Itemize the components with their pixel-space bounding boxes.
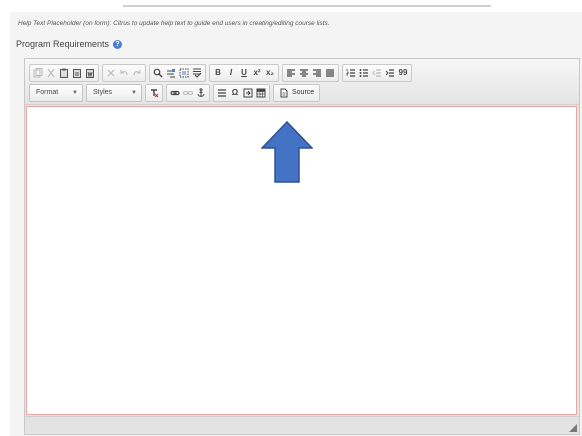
anchor-icon[interactable] bbox=[195, 86, 207, 100]
align-justify-icon[interactable] bbox=[324, 66, 336, 80]
table-icon[interactable] bbox=[255, 86, 267, 100]
indent-icon[interactable] bbox=[384, 66, 396, 80]
redo-icon[interactable] bbox=[131, 66, 143, 80]
blockquote-button[interactable]: 99 bbox=[397, 66, 409, 80]
insert-group: Ω bbox=[213, 83, 270, 102]
link-icon[interactable] bbox=[169, 86, 181, 100]
arrow-up-icon bbox=[261, 121, 313, 183]
bold-button[interactable]: B bbox=[212, 66, 224, 80]
bulleted-list-icon[interactable] bbox=[358, 66, 370, 80]
list-group: 99 bbox=[342, 63, 412, 82]
iframe-icon[interactable] bbox=[242, 86, 254, 100]
source-button-label: Source bbox=[292, 89, 315, 96]
special-character-button[interactable]: Ω bbox=[229, 86, 241, 100]
align-right-icon[interactable] bbox=[311, 66, 323, 80]
subscript-button[interactable]: x₂ bbox=[264, 66, 276, 80]
history-group bbox=[102, 63, 146, 82]
source-button[interactable]: Source bbox=[276, 86, 317, 100]
outdent-icon[interactable] bbox=[371, 66, 383, 80]
align-center-icon[interactable] bbox=[298, 66, 310, 80]
format-dropdown-label: Format bbox=[36, 89, 59, 96]
link-group bbox=[166, 83, 210, 102]
numbered-list-icon[interactable] bbox=[345, 66, 357, 80]
editor-toolbar: B I U x² x₂ 99 Format ▼ Styles ▼ Ω Sourc… bbox=[25, 59, 579, 105]
unlink-icon[interactable] bbox=[182, 86, 194, 100]
copy-format-icon[interactable] bbox=[32, 66, 44, 80]
help-text: Help Text Placeholder (on form): Citrus … bbox=[18, 20, 330, 27]
remove-format-icon[interactable] bbox=[148, 86, 160, 100]
select-all-icon[interactable] bbox=[178, 66, 190, 80]
paste-word-icon[interactable] bbox=[84, 66, 96, 80]
editor-statusbar bbox=[25, 416, 579, 434]
styles-dropdown-label: Styles bbox=[93, 89, 113, 96]
rich-text-editor: B I U x² x₂ 99 Format ▼ Styles ▼ Ω Sourc… bbox=[24, 58, 580, 435]
replace-icon[interactable] bbox=[165, 66, 177, 80]
arrow-shape bbox=[261, 121, 313, 183]
horizontal-rule-icon[interactable] bbox=[216, 86, 228, 100]
document-icon bbox=[280, 88, 288, 97]
italic-button[interactable]: I bbox=[225, 66, 237, 80]
field-label-text: Program Requirements bbox=[16, 39, 110, 49]
undo-icon[interactable] bbox=[118, 66, 130, 80]
find-group bbox=[149, 63, 206, 82]
top-divider bbox=[123, 5, 491, 7]
underline-button[interactable]: U bbox=[238, 66, 250, 80]
chevron-down-icon: ▼ bbox=[131, 89, 137, 96]
find-icon[interactable] bbox=[152, 66, 164, 80]
format-dropdown[interactable]: Format ▼ bbox=[29, 83, 83, 102]
spellcheck-icon[interactable] bbox=[191, 66, 203, 80]
paste-icon[interactable] bbox=[58, 66, 70, 80]
cut-icon[interactable] bbox=[45, 66, 57, 80]
alignment-group bbox=[282, 63, 339, 82]
toolbar-row-1: B I U x² x₂ 99 bbox=[29, 63, 412, 82]
superscript-button[interactable]: x² bbox=[251, 66, 263, 80]
chevron-down-icon: ▼ bbox=[72, 89, 78, 96]
source-group: Source bbox=[273, 83, 321, 102]
basic-style-group: B I U x² x₂ bbox=[209, 63, 279, 82]
remove-format-group bbox=[145, 83, 163, 102]
form-panel: Help Text Placeholder (on form): Citrus … bbox=[10, 12, 582, 436]
toolbar-row-2: Format ▼ Styles ▼ Ω Source bbox=[29, 83, 321, 102]
styles-dropdown[interactable]: Styles ▼ bbox=[86, 83, 142, 102]
resize-handle-icon[interactable] bbox=[569, 424, 577, 432]
remove-icon[interactable] bbox=[105, 66, 117, 80]
paste-text-icon[interactable] bbox=[71, 66, 83, 80]
field-label: Program Requirements ? bbox=[16, 39, 123, 49]
clipboard-group bbox=[29, 63, 99, 82]
align-left-icon[interactable] bbox=[285, 66, 297, 80]
help-info-icon[interactable]: ? bbox=[113, 39, 123, 49]
